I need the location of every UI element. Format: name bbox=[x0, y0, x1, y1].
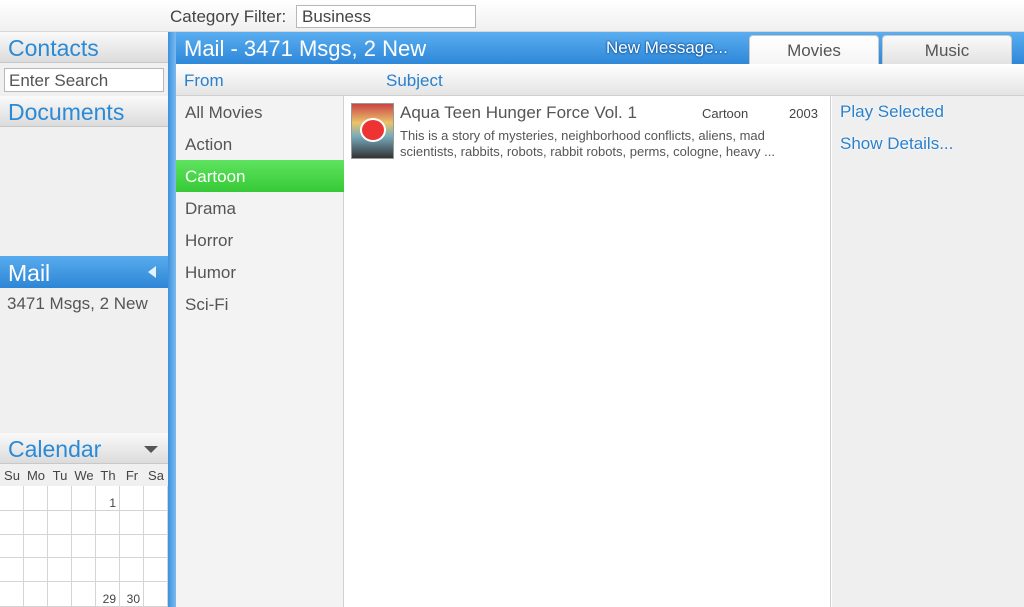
sidebar-divider bbox=[168, 32, 176, 607]
calendar-day-cell[interactable] bbox=[48, 581, 72, 607]
calendar-day-cell[interactable] bbox=[120, 534, 144, 559]
movie-year: 2003 bbox=[789, 106, 818, 121]
search-input[interactable]: Enter Search bbox=[4, 68, 164, 92]
calendar-weekday: Fr bbox=[125, 468, 139, 483]
movie-cover-thumbnail bbox=[351, 103, 394, 159]
calendar-day-cell[interactable] bbox=[72, 558, 96, 582]
page-title: Mail - 3471 Msgs, 2 New bbox=[184, 36, 427, 61]
category-item-humor[interactable]: Humor bbox=[176, 256, 344, 288]
calendar-day-cell[interactable] bbox=[24, 486, 48, 511]
calendar-weekday: Th bbox=[100, 468, 116, 483]
calendar-weekday: Tu bbox=[52, 468, 68, 483]
play-selected-link[interactable]: Play Selected bbox=[840, 102, 944, 122]
mail-title: Mail bbox=[8, 260, 51, 286]
documents-section-header[interactable]: Documents bbox=[0, 96, 168, 127]
movie-list: Aqua Teen Hunger Force Vol. 1 Cartoon 20… bbox=[344, 96, 831, 607]
category-item-sci-fi[interactable]: Sci-Fi bbox=[176, 288, 344, 320]
calendar-day-cell[interactable] bbox=[144, 486, 168, 511]
category-item-cartoon[interactable]: Cartoon bbox=[176, 160, 344, 192]
category-item-action[interactable]: Action bbox=[176, 128, 344, 160]
calendar-day-cell[interactable] bbox=[48, 511, 72, 535]
calendar-day-cell[interactable] bbox=[24, 581, 48, 607]
show-details-link[interactable]: Show Details... bbox=[840, 134, 953, 154]
calendar-day-cell[interactable] bbox=[24, 534, 48, 559]
dropdown-arrow-icon[interactable] bbox=[144, 446, 158, 453]
sidebar: Contacts Enter Search Documents Mail 347… bbox=[0, 32, 168, 607]
mail-summary: 3471 Msgs, 2 New bbox=[7, 294, 148, 313]
calendar-weekday: Sa bbox=[148, 468, 164, 483]
column-header-subject[interactable]: Subject bbox=[386, 71, 443, 91]
tab-music[interactable]: Music bbox=[882, 35, 1012, 64]
calendar-day-cell[interactable] bbox=[120, 486, 144, 511]
calendar-day-cell[interactable] bbox=[72, 534, 96, 559]
calendar-day-cell[interactable] bbox=[0, 511, 24, 535]
calendar-day-cell[interactable] bbox=[0, 486, 24, 511]
collapse-arrow-icon[interactable] bbox=[148, 266, 156, 278]
contacts-section-header[interactable]: Contacts bbox=[0, 32, 168, 63]
category-list: All Movies Action Cartoon Drama Horror H… bbox=[176, 96, 344, 607]
documents-title: Documents bbox=[8, 99, 125, 125]
calendar-section-header[interactable]: Calendar bbox=[0, 433, 168, 464]
category-item-horror[interactable]: Horror bbox=[176, 224, 344, 256]
calendar-day-cell[interactable] bbox=[144, 534, 168, 559]
calendar-day-cell[interactable] bbox=[48, 558, 72, 582]
column-header-from[interactable]: From bbox=[184, 71, 224, 91]
column-header-row: From Subject bbox=[176, 64, 1024, 96]
calendar-day-cell[interactable] bbox=[144, 558, 168, 582]
main-header: Mail - 3471 Msgs, 2 New New Message... M… bbox=[176, 32, 1024, 64]
contacts-title: Contacts bbox=[8, 35, 99, 61]
mail-section-header[interactable]: Mail bbox=[0, 256, 168, 288]
category-filter-label: Category Filter: bbox=[170, 7, 287, 26]
calendar-day-cell[interactable] bbox=[96, 534, 120, 559]
calendar-weekday: Su bbox=[4, 468, 20, 483]
calendar-day-cell[interactable] bbox=[0, 581, 24, 607]
movie-title: Aqua Teen Hunger Force Vol. 1 bbox=[400, 103, 637, 122]
calendar-day-cell[interactable] bbox=[24, 558, 48, 582]
calendar-day-cell[interactable] bbox=[48, 534, 72, 559]
new-message-link[interactable]: New Message... bbox=[606, 38, 728, 58]
calendar-grid: 1 29 30 bbox=[0, 486, 168, 607]
calendar-weekday-row: Su Mo Tu We Th Fr Sa bbox=[0, 468, 168, 486]
calendar-weekday: Mo bbox=[26, 468, 46, 483]
calendar-day-cell[interactable] bbox=[144, 581, 168, 607]
calendar-day-cell[interactable] bbox=[72, 486, 96, 511]
calendar-day-cell[interactable] bbox=[96, 511, 120, 535]
category-item-drama[interactable]: Drama bbox=[176, 192, 344, 224]
calendar-day-cell[interactable] bbox=[96, 558, 120, 582]
calendar-day-cell[interactable] bbox=[120, 558, 144, 582]
calendar-day-cell[interactable] bbox=[0, 558, 24, 582]
category-filter-input[interactable]: Business bbox=[296, 5, 476, 28]
calendar-day-cell[interactable] bbox=[48, 486, 72, 511]
calendar-day-cell[interactable]: 30 bbox=[120, 581, 144, 607]
movie-description: This is a story of mysteries, neighborho… bbox=[400, 128, 776, 159]
calendar-day-cell[interactable] bbox=[0, 534, 24, 559]
calendar-day-cell[interactable]: 1 bbox=[96, 486, 120, 511]
category-item-all-movies[interactable]: All Movies bbox=[176, 96, 344, 128]
calendar-weekday: We bbox=[74, 468, 94, 483]
tab-movies[interactable]: Movies bbox=[749, 35, 879, 64]
calendar-day-cell[interactable] bbox=[120, 511, 144, 535]
calendar-day-cell[interactable] bbox=[72, 581, 96, 607]
actions-panel: Play Selected Show Details... bbox=[832, 96, 1024, 607]
calendar-day-cell[interactable] bbox=[24, 511, 48, 535]
calendar-day-cell[interactable] bbox=[72, 511, 96, 535]
calendar-day-cell[interactable]: 29 bbox=[96, 581, 120, 607]
movie-genre: Cartoon bbox=[702, 106, 749, 121]
category-filter-bar: Category Filter: Business bbox=[0, 0, 1024, 32]
calendar-day-cell[interactable] bbox=[144, 511, 168, 535]
calendar-title: Calendar bbox=[8, 436, 102, 462]
